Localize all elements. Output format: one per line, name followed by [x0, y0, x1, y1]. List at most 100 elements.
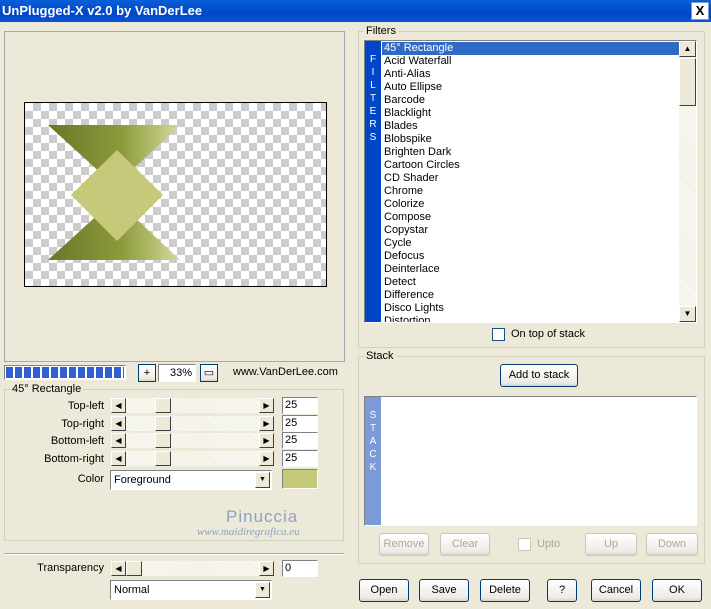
filters-vertical-letter: R — [369, 119, 377, 130]
filter-list-item[interactable]: Blacklight — [382, 107, 679, 120]
color-swatch[interactable] — [282, 469, 318, 489]
color-label: Color — [77, 473, 104, 485]
params-group-title: 45° Rectangle — [10, 383, 84, 395]
stack-vertical-letter: S — [369, 410, 377, 421]
filter-list-item[interactable]: Brighten Dark — [382, 146, 679, 159]
slider-left-arrow[interactable]: ◀ — [111, 451, 126, 466]
title-bar: UnPlugged-X v2.0 by VanDerLee X — [0, 0, 711, 22]
close-button[interactable]: X — [691, 2, 709, 20]
up-button[interactable]: Up — [585, 533, 637, 556]
scroll-down-arrow[interactable]: ▼ — [679, 306, 696, 322]
filters-vertical-letter: T — [369, 93, 377, 104]
save-button[interactable]: Save — [419, 579, 469, 602]
transparency-right-arrow[interactable]: ▶ — [259, 561, 274, 576]
transparency-track[interactable] — [126, 561, 259, 576]
zoom-in-button[interactable]: + — [138, 364, 156, 382]
blend-mode-select[interactable]: Normal ▼ — [110, 580, 272, 600]
filter-list-item[interactable]: Barcode — [382, 94, 679, 107]
close-icon: X — [695, 3, 705, 18]
stack-list[interactable]: STACK — [364, 396, 697, 526]
chevron-down-icon[interactable]: ▼ — [255, 472, 270, 488]
filter-list-item[interactable]: Cartoon Circles — [382, 159, 679, 172]
slider-thumb[interactable] — [155, 416, 171, 431]
filter-list-item[interactable]: Distortion — [382, 315, 679, 322]
filter-list-item[interactable]: Anti-Alias — [382, 68, 679, 81]
filter-list-item[interactable]: Difference — [382, 289, 679, 302]
slider-track[interactable] — [126, 451, 259, 466]
preview-canvas[interactable] — [24, 102, 327, 287]
progress-bar — [4, 365, 126, 380]
filter-list-item[interactable]: Colorize — [382, 198, 679, 211]
preview-shape — [48, 125, 180, 260]
filter-list-item[interactable]: 45° Rectangle — [382, 42, 679, 55]
slider-left-arrow[interactable]: ◀ — [111, 398, 126, 413]
clear-button[interactable]: Clear — [440, 533, 490, 556]
slider-track[interactable] — [126, 416, 259, 431]
upto-checkbox[interactable] — [518, 538, 531, 551]
filter-list-item[interactable]: Copystar — [382, 224, 679, 237]
ok-button[interactable]: OK — [652, 579, 702, 602]
slider-left-arrow[interactable]: ◀ — [111, 416, 126, 431]
filter-list-item[interactable]: Blobspike — [382, 133, 679, 146]
stack-vertical-letter: K — [369, 462, 377, 473]
slider-value-input[interactable]: 25 — [282, 415, 318, 432]
slider-label: Top-left — [67, 400, 104, 412]
slider-thumb[interactable] — [155, 433, 171, 448]
slider-right-arrow[interactable]: ▶ — [259, 451, 274, 466]
transparency-input[interactable]: 0 — [282, 560, 318, 577]
filters-scrollbar[interactable]: ▲ ▼ — [679, 41, 696, 322]
transparency-label: Transparency — [37, 562, 104, 574]
slider-label: Bottom-right — [44, 453, 104, 465]
filter-list-item[interactable]: Detect — [382, 276, 679, 289]
filters-side-bar: FILTERS — [365, 41, 381, 322]
fit-zoom-button[interactable]: ▭ — [200, 364, 218, 382]
delete-button[interactable]: Delete — [480, 579, 530, 602]
slider-right-arrow[interactable]: ▶ — [259, 398, 274, 413]
filter-list-item[interactable]: CD Shader — [382, 172, 679, 185]
slider-track[interactable] — [126, 433, 259, 448]
filter-list-item[interactable]: Compose — [382, 211, 679, 224]
on-top-checkbox[interactable] — [492, 328, 505, 341]
filters-title: Filters — [364, 25, 398, 37]
color-select[interactable]: Foreground ▼ — [110, 470, 272, 490]
filter-list-item[interactable]: Disco Lights — [382, 302, 679, 315]
help-button[interactable]: ? — [547, 579, 577, 602]
filter-list-item[interactable]: Blades — [382, 120, 679, 133]
filter-list-item[interactable]: Deinterlace — [382, 263, 679, 276]
zoom-value: 33% — [158, 364, 196, 382]
slider-value-input[interactable]: 25 — [282, 432, 318, 449]
slider-label: Top-right — [61, 418, 104, 430]
slider-thumb[interactable] — [155, 451, 171, 466]
slider-label: Bottom-left — [50, 435, 104, 447]
filter-list-item[interactable]: Auto Ellipse — [382, 81, 679, 94]
slider-left-arrow[interactable]: ◀ — [111, 433, 126, 448]
filters-vertical-letter: F — [369, 54, 377, 65]
slider-value-input[interactable]: 25 — [282, 450, 318, 467]
filter-list-item[interactable]: Acid Waterfall — [382, 55, 679, 68]
transparency-thumb[interactable] — [126, 561, 142, 576]
filters-list[interactable]: FILTERS 45° Rectangle Acid Waterfall Anti-… — [364, 40, 697, 323]
chevron-down-icon[interactable]: ▼ — [255, 582, 270, 598]
down-button[interactable]: Down — [646, 533, 698, 556]
remove-button[interactable]: Remove — [379, 533, 429, 556]
open-button[interactable]: Open — [359, 579, 409, 602]
cancel-button[interactable]: Cancel — [591, 579, 641, 602]
slider-thumb[interactable] — [155, 398, 171, 413]
filter-list-item[interactable]: Chrome — [382, 185, 679, 198]
watermark-url: www.maidiregrafica.eu — [197, 526, 300, 538]
add-to-stack-button[interactable]: Add to stack — [500, 364, 578, 387]
filter-list-item[interactable]: Defocus — [382, 250, 679, 263]
slider-track[interactable] — [126, 398, 259, 413]
scroll-up-arrow[interactable]: ▲ — [679, 41, 696, 57]
scroll-thumb[interactable] — [679, 58, 696, 106]
on-top-label: On top of stack — [511, 328, 585, 340]
slider-value-input[interactable]: 25 — [282, 397, 318, 414]
filter-list-item[interactable]: Cycle — [382, 237, 679, 250]
slider-right-arrow[interactable]: ▶ — [259, 433, 274, 448]
stack-vertical-letter: C — [369, 449, 377, 460]
filters-vertical-letter: I — [371, 67, 375, 78]
window-title: UnPlugged-X v2.0 by VanDerLee — [2, 3, 203, 18]
slider-right-arrow[interactable]: ▶ — [259, 416, 274, 431]
website-link[interactable]: www.VanDerLee.com — [233, 366, 338, 378]
transparency-left-arrow[interactable]: ◀ — [111, 561, 126, 576]
